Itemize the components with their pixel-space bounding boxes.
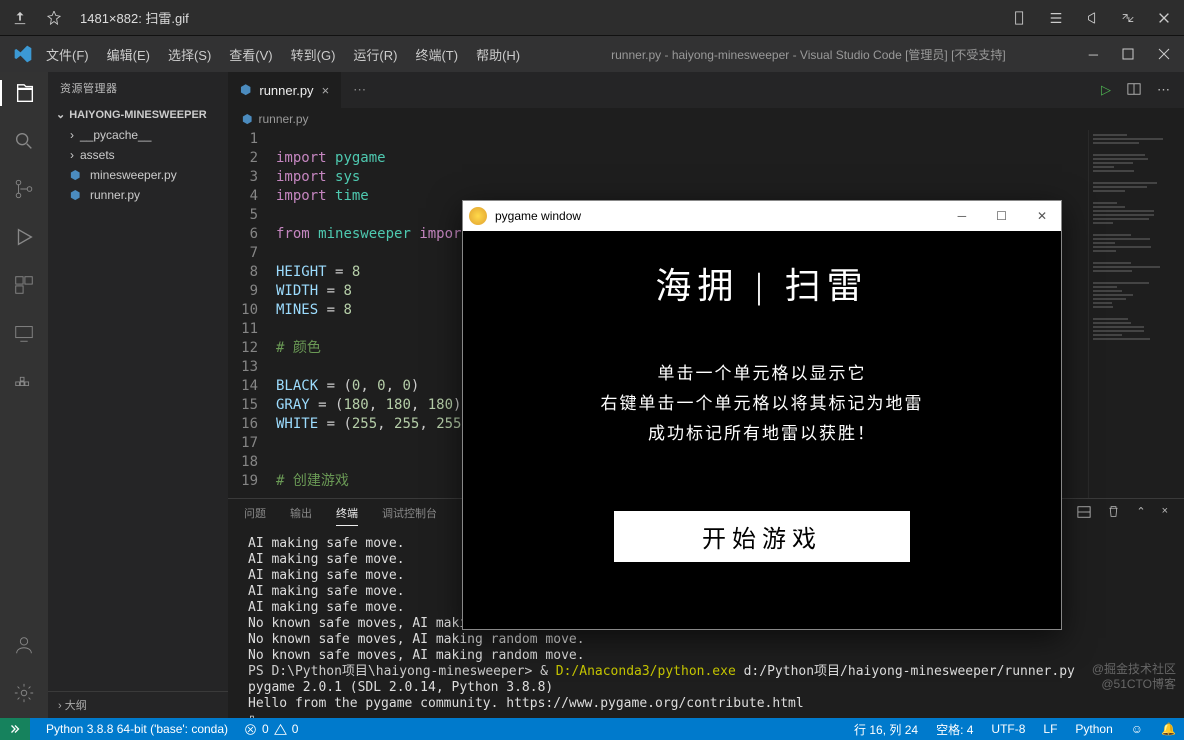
maximize-icon[interactable]: ☐	[996, 209, 1007, 223]
chevron-right-icon: ›	[70, 148, 74, 162]
menu-view[interactable]: 查看(V)	[221, 39, 280, 70]
layout-icon[interactable]	[1077, 505, 1091, 526]
sidebar-folder-pycache[interactable]: ›__pycache__	[48, 125, 228, 145]
cursor-icon: ↖	[790, 520, 802, 537]
extensions-icon[interactable]	[11, 272, 37, 298]
game-instructions: 单击一个单元格以显示它 右键单击一个单元格以将其标记为地雷 成功标记所有地雷以获…	[601, 359, 924, 449]
menu-terminal[interactable]: 终端(T)	[407, 39, 466, 70]
more-icon[interactable]: ⋯	[1157, 82, 1170, 98]
pygame-icon	[469, 207, 487, 225]
image-dimensions: 1481×882: 扫雷.gif	[80, 8, 189, 27]
pin-icon[interactable]	[46, 11, 62, 25]
python-file-icon: ⬢	[240, 82, 251, 98]
status-eol[interactable]: LF	[1043, 721, 1057, 738]
chevron-down-icon: ⌄	[56, 108, 65, 121]
vscode-menubar: 文件(F) 编辑(E) 选择(S) 查看(V) 转到(G) 运行(R) 终端(T…	[0, 36, 1184, 72]
search-icon[interactable]	[11, 128, 37, 154]
menu-select[interactable]: 选择(S)	[160, 39, 219, 70]
explorer-sidebar: 资源管理器 ⌄ HAIYONG-MINESWEEPER ›__pycache__…	[48, 72, 228, 718]
settings-icon[interactable]	[11, 680, 37, 706]
menu-edit[interactable]: 编辑(E)	[99, 39, 158, 70]
chevron-right-icon: ›	[70, 128, 74, 142]
sidebar-title: 资源管理器	[48, 72, 228, 104]
new-file-icon[interactable]	[1012, 11, 1028, 25]
close-icon[interactable]: ✕	[1037, 209, 1047, 223]
tab-runner[interactable]: ⬢ runner.py ×	[228, 72, 341, 108]
editor-tabs: ⬢ runner.py × ⋯ ▷ ⋯	[228, 72, 1184, 108]
maximize-icon[interactable]	[1122, 48, 1134, 60]
sidebar-folder-assets[interactable]: ›assets	[48, 145, 228, 165]
remote-indicator[interactable]	[0, 718, 30, 740]
panel-tab-problems[interactable]: 问题	[244, 505, 266, 526]
explorer-icon[interactable]	[0, 80, 48, 106]
vscode-logo-icon	[10, 41, 36, 67]
close-window-icon[interactable]	[1158, 48, 1170, 60]
breadcrumb[interactable]: ⬢ runner.py	[228, 108, 1184, 130]
feedback-icon[interactable]: ☺	[1131, 721, 1143, 738]
status-spaces[interactable]: 空格: 4	[936, 721, 973, 738]
docker-icon[interactable]	[11, 368, 37, 394]
expand-icon[interactable]	[1120, 11, 1136, 25]
panel-tab-terminal[interactable]: 终端	[336, 505, 358, 526]
watermark: @掘金技术社区 @51CTO博客	[1092, 662, 1176, 692]
minimap[interactable]	[1088, 130, 1184, 498]
python-file-icon: ⬢	[70, 188, 84, 202]
account-icon[interactable]	[11, 632, 37, 658]
pygame-title: pygame window	[495, 209, 581, 223]
window-title: runner.py - haiyong-minesweeper - Visual…	[530, 46, 1087, 63]
close-icon[interactable]	[1156, 11, 1172, 25]
line-gutter: 12345678910111213141516171819	[228, 130, 276, 498]
status-lang[interactable]: Python	[1075, 721, 1112, 738]
image-viewer-toolbar: 1481×882: 扫雷.gif	[0, 0, 1184, 36]
upload-icon[interactable]	[12, 11, 28, 25]
status-line-col[interactable]: 行 16, 列 24	[854, 721, 918, 738]
minimize-icon[interactable]: ─	[958, 209, 967, 223]
share-icon[interactable]	[1084, 11, 1100, 25]
bell-icon[interactable]: 🔔	[1161, 721, 1176, 738]
split-editor-icon[interactable]	[1127, 82, 1141, 98]
close-tab-icon[interactable]: ×	[322, 83, 330, 98]
start-game-button[interactable]: 开始游戏	[614, 511, 910, 562]
run-icon[interactable]: ▷	[1101, 82, 1111, 98]
sidebar-outline[interactable]: › 大纲	[48, 691, 228, 718]
status-python[interactable]: Python 3.8.8 64-bit ('base': conda)	[46, 722, 228, 736]
chevron-up-icon[interactable]: ⌃	[1136, 505, 1145, 526]
python-file-icon: ⬢	[70, 168, 84, 182]
pygame-window: pygame window ─ ☐ ✕ 海拥|扫雷 单击一个单元格以显示它 右键…	[462, 200, 1062, 630]
menu-file[interactable]: 文件(F)	[38, 39, 97, 70]
panel-tab-output[interactable]: 输出	[290, 505, 312, 526]
sidebar-root-folder[interactable]: ⌄ HAIYONG-MINESWEEPER	[48, 104, 228, 125]
status-problems[interactable]: 0 0	[244, 722, 298, 736]
close-panel-icon[interactable]: ×	[1162, 505, 1168, 526]
sidebar-file-runner[interactable]: ⬢runner.py	[48, 185, 228, 205]
status-bar: Python 3.8.8 64-bit ('base': conda) 0 0 …	[0, 718, 1184, 740]
minimize-icon[interactable]: ─	[1089, 47, 1098, 62]
game-title: 海拥|扫雷	[655, 257, 868, 309]
source-control-icon[interactable]	[11, 176, 37, 202]
trash-icon[interactable]	[1107, 505, 1120, 526]
menu-go[interactable]: 转到(G)	[283, 39, 344, 70]
menu-run[interactable]: 运行(R)	[345, 39, 405, 70]
sidebar-file-minesweeper[interactable]: ⬢minesweeper.py	[48, 165, 228, 185]
remote-icon[interactable]	[11, 320, 37, 346]
status-encoding[interactable]: UTF-8	[991, 721, 1025, 738]
panel-tab-debug[interactable]: 调试控制台	[382, 505, 437, 526]
menu-help[interactable]: 帮助(H)	[468, 39, 528, 70]
python-file-icon: ⬢	[242, 112, 252, 126]
activity-bar	[0, 72, 48, 718]
list-icon[interactable]	[1048, 11, 1064, 25]
debug-icon[interactable]	[11, 224, 37, 250]
